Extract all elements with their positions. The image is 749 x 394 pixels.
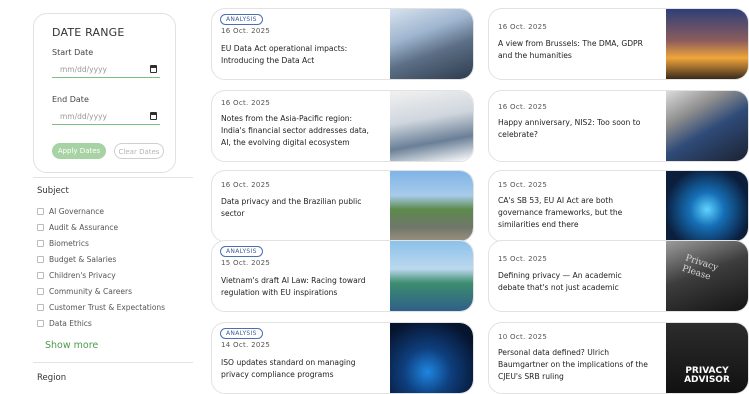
subject-item[interactable]: Customer Trust & Expectations [37, 301, 197, 317]
article-date: 15 Oct. 2025 [498, 181, 548, 189]
article-date: 15 Oct. 2025 [221, 259, 271, 267]
article-card[interactable]: ANALYSIS 16 Oct. 2025 EU Data Act operat… [211, 8, 474, 80]
office-building-photo-icon[interactable] [390, 9, 473, 79]
start-date-input[interactable]: mm/dd/yyyy [52, 64, 160, 78]
article-card[interactable]: 15 Oct. 2025 CA's SB 53, EU AI Act are b… [488, 170, 749, 242]
calendar-icon[interactable] [150, 65, 157, 73]
article-title[interactable]: Notes from the Asia-Pacific region: Indi… [221, 113, 371, 149]
article-date: 15 Oct. 2025 [498, 255, 548, 263]
article-title[interactable]: Happy anniversary, NIS2: Too soon to cel… [498, 117, 648, 141]
article-card[interactable]: 15 Oct. 2025 Defining privacy — An acade… [488, 240, 749, 312]
privacy-advisor-text: PRIVACY ADVISOR [684, 366, 730, 385]
article-date: 16 Oct. 2025 [221, 27, 271, 35]
start-date-label: Start Date [52, 48, 94, 57]
end-date-placeholder: mm/dd/yyyy [60, 112, 107, 121]
article-date: 16 Oct. 2025 [221, 99, 271, 107]
privacy-please-sign-photo-icon[interactable]: Privacy Please [666, 241, 748, 311]
subject-item[interactable]: Budget & Salaries [37, 253, 197, 269]
article-card[interactable]: ANALYSIS 14 Oct. 2025 ISO updates standa… [211, 322, 474, 394]
checkbox[interactable] [37, 256, 44, 263]
article-date: 16 Oct. 2025 [498, 23, 548, 31]
subject-item[interactable]: Biometrics [37, 237, 197, 253]
article-date: 16 Oct. 2025 [221, 181, 271, 189]
article-card[interactable]: ANALYSIS 15 Oct. 2025 Vietnam's draft AI… [211, 240, 474, 312]
article-title[interactable]: A view from Brussels: The DMA, GDPR and … [498, 38, 648, 62]
subject-item[interactable]: Data Ethics [37, 317, 197, 333]
end-date-input[interactable]: mm/dd/yyyy [52, 111, 160, 125]
analysis-badge: ANALYSIS [220, 14, 263, 25]
subject-item[interactable]: Audit & Assurance [37, 221, 197, 237]
checkbox[interactable] [37, 224, 44, 231]
subject-list: AI Governance Audit & Assurance Biometri… [37, 205, 197, 333]
smartphone-photo-icon[interactable] [666, 91, 748, 161]
article-title[interactable]: EU Data Act operational impacts: Introdu… [221, 43, 371, 67]
article-date: 10 Oct. 2025 [498, 333, 548, 341]
article-title[interactable]: Data privacy and the Brazilian public se… [221, 196, 371, 220]
date-range-title: DATE RANGE [52, 26, 125, 39]
divider [33, 177, 193, 178]
start-date-placeholder: mm/dd/yyyy [60, 65, 107, 74]
ai-chip-photo-icon[interactable] [666, 171, 748, 241]
newspaper-photo-icon[interactable] [390, 91, 473, 161]
clear-dates-button[interactable]: Clear Dates [114, 143, 164, 159]
date-range-filter: DATE RANGE Start Date mm/dd/yyyy End Dat… [33, 13, 176, 173]
article-title[interactable]: CA's SB 53, EU AI Act are both governanc… [498, 195, 648, 231]
article-title[interactable]: ISO updates standard on managing privacy… [221, 357, 371, 381]
article-card[interactable]: 16 Oct. 2025 Notes from the Asia-Pacific… [211, 90, 474, 162]
privacy-advisor-podcast-logo-icon[interactable]: PRIVACY ADVISOR [666, 323, 748, 393]
article-title[interactable]: Vietnam's draft AI Law: Racing toward re… [221, 275, 371, 299]
region-title[interactable]: Region [37, 373, 66, 383]
end-date-label: End Date [52, 95, 89, 104]
digital-network-photo-icon[interactable] [390, 323, 473, 393]
article-card[interactable]: 16 Oct. 2025 A view from Brussels: The D… [488, 8, 749, 80]
checkbox[interactable] [37, 272, 44, 279]
checkbox[interactable] [37, 320, 44, 327]
apply-dates-button[interactable]: Apply Dates [52, 143, 106, 159]
subject-item[interactable]: Community & Careers [37, 285, 197, 301]
article-card[interactable]: 10 Oct. 2025 Personal data defined? Ulri… [488, 322, 749, 394]
calendar-icon[interactable] [150, 112, 157, 120]
checkbox[interactable] [37, 304, 44, 311]
article-title[interactable]: Personal data defined? Ulrich Baumgartne… [498, 347, 648, 383]
analysis-badge: ANALYSIS [220, 328, 263, 339]
subject-title: Subject [37, 186, 69, 196]
divider [33, 362, 193, 363]
privacy-please-text: Privacy Please [680, 253, 720, 283]
show-more-link[interactable]: Show more [45, 340, 98, 351]
subject-item[interactable]: Children's Privacy [37, 269, 197, 285]
brussels-night-photo-icon[interactable] [666, 9, 748, 79]
article-title[interactable]: Defining privacy — An academic debate th… [498, 270, 648, 294]
subject-item[interactable]: AI Governance [37, 205, 197, 221]
rio-city-photo-icon[interactable] [390, 171, 473, 241]
checkbox[interactable] [37, 240, 44, 247]
vietnam-bridge-photo-icon[interactable] [390, 241, 473, 311]
article-date: 14 Oct. 2025 [221, 341, 271, 349]
article-date: 16 Oct. 2025 [498, 103, 548, 111]
article-card[interactable]: 16 Oct. 2025 Data privacy and the Brazil… [211, 170, 474, 242]
checkbox[interactable] [37, 208, 44, 215]
article-card[interactable]: 16 Oct. 2025 Happy anniversary, NIS2: To… [488, 90, 749, 162]
analysis-badge: ANALYSIS [220, 246, 263, 257]
checkbox[interactable] [37, 288, 44, 295]
